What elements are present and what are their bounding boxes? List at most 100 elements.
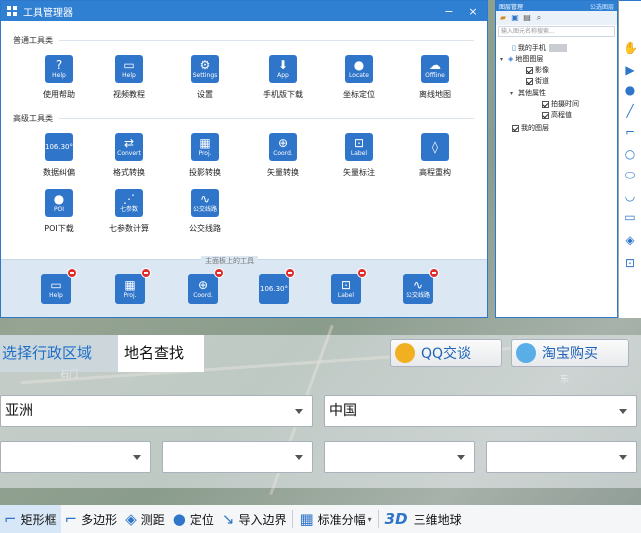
import-arrow-icon: ↘ xyxy=(221,510,235,528)
coordinate-offset-icon[interactable]: 106.30° xyxy=(45,133,73,161)
tab-admin-region[interactable]: 选择行政区域 xyxy=(0,335,118,372)
advanced-tool-1[interactable]: ⇄ Convert 格式转换 xyxy=(99,133,159,178)
advanced-tool-3[interactable]: ⊕ Coord. 矢量转换 xyxy=(253,133,313,178)
advanced-tool-5[interactable]: ◊ 高程重构 xyxy=(405,133,465,178)
continent-select[interactable]: 亚洲 xyxy=(0,395,313,427)
home-tool-0[interactable]: ▭ Help xyxy=(41,268,77,304)
home-tool-5[interactable]: ∿ 公交线路 xyxy=(403,268,439,304)
tree-item-other-props[interactable]: ▾ 其他属性 xyxy=(510,88,546,98)
measure-button[interactable]: ◈ 测距 xyxy=(121,505,169,533)
search-icon[interactable]: ⌕ xyxy=(534,13,544,23)
tool-manager-titlebar[interactable]: 工具管理器 − × xyxy=(1,1,487,21)
pointer-icon[interactable]: ▶ xyxy=(623,63,637,77)
ellipse-icon[interactable]: ⬭ xyxy=(623,168,637,182)
tree-item-map-layers[interactable]: ▾ ◈ 地图图层 xyxy=(500,54,543,64)
general-tool-3[interactable]: ⬇ App 手机版下载 xyxy=(253,55,313,100)
chevron-down-icon xyxy=(295,409,303,414)
seven-params-icon[interactable]: ⋰ 七参数 xyxy=(115,189,143,217)
pin-icon[interactable]: ● xyxy=(623,83,637,97)
remove-icon[interactable] xyxy=(214,268,224,278)
town-select[interactable] xyxy=(486,441,637,473)
gear-icon[interactable]: ⚙ Settings xyxy=(191,55,219,83)
home-strip-title: 主面板上的工具 xyxy=(201,256,258,266)
home-tool-4[interactable]: ⊡ Label xyxy=(331,268,367,304)
general-tool-5[interactable]: ☁ Offline 离线地图 xyxy=(405,55,465,100)
label-icon[interactable]: ⊡ Label xyxy=(345,133,373,161)
advanced-tool-4[interactable]: ⊡ Label 矢量标注 xyxy=(329,133,389,178)
city-select[interactable] xyxy=(162,441,313,473)
remove-icon[interactable] xyxy=(141,268,151,278)
advanced-tool-0[interactable]: 106.30° 数据纠偏 xyxy=(29,133,89,178)
chevron-down-icon[interactable]: ▾ xyxy=(510,90,517,97)
bus-route-icon[interactable]: ∿ 公交线路 xyxy=(191,189,219,217)
folder-icon[interactable]: ▰ xyxy=(498,13,508,23)
save-icon[interactable]: ▣ xyxy=(510,13,520,23)
province-select[interactable] xyxy=(0,441,151,473)
advanced-tool-6[interactable]: ● POI POI下载 xyxy=(29,189,89,234)
polygon-icon: ⌐ xyxy=(64,510,78,528)
tree-item-road[interactable]: 街道 xyxy=(526,76,549,86)
road-checkbox[interactable] xyxy=(526,77,533,85)
poi-icon[interactable]: ● POI xyxy=(45,189,73,217)
circle-icon[interactable]: ○ xyxy=(623,147,637,161)
remove-icon[interactable] xyxy=(429,268,439,278)
projection-icon[interactable]: ▦ Proj. xyxy=(191,133,219,161)
tree-item-my-layers[interactable]: 我的图层 xyxy=(512,123,549,133)
arc-icon[interactable]: ◡ xyxy=(623,189,637,203)
home-tool-1[interactable]: ▦ Proj. xyxy=(115,268,151,304)
capture-time-checkbox[interactable] xyxy=(542,100,549,108)
imagery-checkbox[interactable] xyxy=(526,66,533,74)
general-tool-2[interactable]: ⚙ Settings 设置 xyxy=(175,55,235,100)
help-icon[interactable]: ? Help xyxy=(45,55,73,83)
tree-item-capture-time[interactable]: 拍摄时间 xyxy=(542,99,579,109)
layer-search-input[interactable]: 输入图元名称搜索... xyxy=(498,26,615,37)
public-layers-link[interactable]: 公选图层 xyxy=(590,2,614,11)
polyline-icon[interactable]: ⌐ xyxy=(623,125,637,139)
convert-icon[interactable]: ⇄ Convert xyxy=(115,133,143,161)
import-boundary-button[interactable]: ↘ 导入边界 xyxy=(218,505,291,533)
close-button[interactable]: × xyxy=(465,5,481,18)
three-d-earth-button[interactable]: 3D 三维地球 xyxy=(381,505,466,533)
rect-select-button[interactable]: ⌐ 矩形框 xyxy=(0,505,61,533)
line-icon[interactable]: ╱ xyxy=(623,104,637,118)
locate-pin-icon[interactable]: ● Locate xyxy=(345,55,373,83)
advanced-tool-2[interactable]: ▦ Proj. 投影转换 xyxy=(175,133,235,178)
measure-icon[interactable]: ◈ xyxy=(623,233,637,247)
remove-icon[interactable] xyxy=(285,268,295,278)
locate-button[interactable]: ● 定位 xyxy=(169,505,218,533)
label-icon[interactable]: ⊡ xyxy=(623,256,637,270)
three-d-mark: 3D xyxy=(384,510,408,528)
standard-grid-button[interactable]: ▦ 标准分幅 ▾ xyxy=(295,505,375,533)
general-tool-0[interactable]: ? Help 使用帮助 xyxy=(29,55,89,100)
phone-download-icon[interactable]: ⬇ App xyxy=(269,55,297,83)
tree-item-elevation[interactable]: 高程值 xyxy=(542,110,572,120)
remove-icon[interactable] xyxy=(357,268,367,278)
taobao-buy-button[interactable]: 淘宝购买 xyxy=(511,339,629,367)
hand-pan-icon[interactable]: ✋ xyxy=(623,41,638,55)
general-tool-1[interactable]: ▭ Help 视频教程 xyxy=(99,55,159,100)
minimize-button[interactable]: − xyxy=(441,5,457,18)
qq-chat-button[interactable]: QQ交谈 xyxy=(390,339,502,367)
home-tool-2[interactable]: ⊕ Coord. xyxy=(188,268,224,304)
rectangle-icon[interactable]: ▭ xyxy=(623,210,637,224)
tree-item-imagery[interactable]: 影像 xyxy=(526,65,549,75)
vector-convert-icon[interactable]: ⊕ Coord. xyxy=(269,133,297,161)
offline-map-icon[interactable]: ☁ Offline xyxy=(421,55,449,83)
qq-penguin-icon xyxy=(395,343,415,363)
tab-place-search[interactable]: 地名查找 xyxy=(118,335,204,372)
advanced-tool-7[interactable]: ⋰ 七参数 七参数计算 xyxy=(99,189,159,234)
advanced-tool-8[interactable]: ∿ 公交线路 公交线路 xyxy=(175,189,235,234)
remove-icon[interactable] xyxy=(67,268,77,278)
video-icon[interactable]: ▭ Help xyxy=(115,55,143,83)
home-tool-3[interactable]: 106.30° xyxy=(259,268,295,304)
district-select[interactable] xyxy=(324,441,475,473)
elevation-checkbox[interactable] xyxy=(542,111,549,119)
chevron-down-icon[interactable]: ▾ xyxy=(500,56,507,63)
tree-item-my-phone[interactable]: ▯ 我的手机 xyxy=(512,43,567,53)
my-layers-checkbox[interactable] xyxy=(512,124,519,132)
elevation-icon[interactable]: ◊ xyxy=(421,133,449,161)
polygon-select-button[interactable]: ⌐ 多边形 xyxy=(61,505,122,533)
general-tool-4[interactable]: ● Locate 坐标定位 xyxy=(329,55,389,100)
layers-icon[interactable]: ▤ xyxy=(522,13,532,23)
country-select[interactable]: 中国 xyxy=(324,395,637,427)
